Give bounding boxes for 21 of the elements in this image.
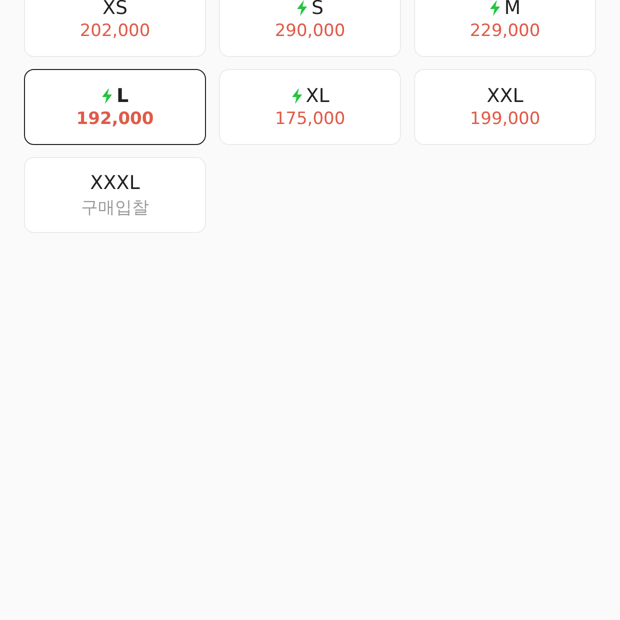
size-label: L [116, 85, 129, 107]
size-option[interactable]: XXL 199,000 [414, 69, 596, 145]
price-label: 202,000 [80, 21, 150, 41]
size-label: M [504, 0, 521, 19]
size-label: XXL [486, 85, 524, 107]
price-label: 175,000 [274, 109, 346, 129]
price-label: 229,000 [470, 21, 540, 41]
size-label: XXXL [90, 172, 140, 194]
size-label: XS [102, 0, 128, 19]
bid-label: 구매입찰 [81, 196, 149, 218]
size-label: S [311, 0, 324, 19]
price-label: 199,000 [470, 109, 540, 129]
size-option[interactable]: XS 202,000 [24, 0, 206, 57]
size-option[interactable]: S 290,000 [219, 0, 401, 57]
price-label: 192,000 [76, 109, 154, 129]
size-option[interactable]: XL 175,000 [219, 69, 401, 145]
size-option[interactable]: L 192,000 [24, 69, 206, 145]
price-label: 290,000 [274, 21, 346, 41]
size-option[interactable]: XXXL 구매입찰 [24, 157, 206, 233]
size-label: XL [306, 85, 330, 107]
size-option[interactable]: M 229,000 [414, 0, 596, 57]
